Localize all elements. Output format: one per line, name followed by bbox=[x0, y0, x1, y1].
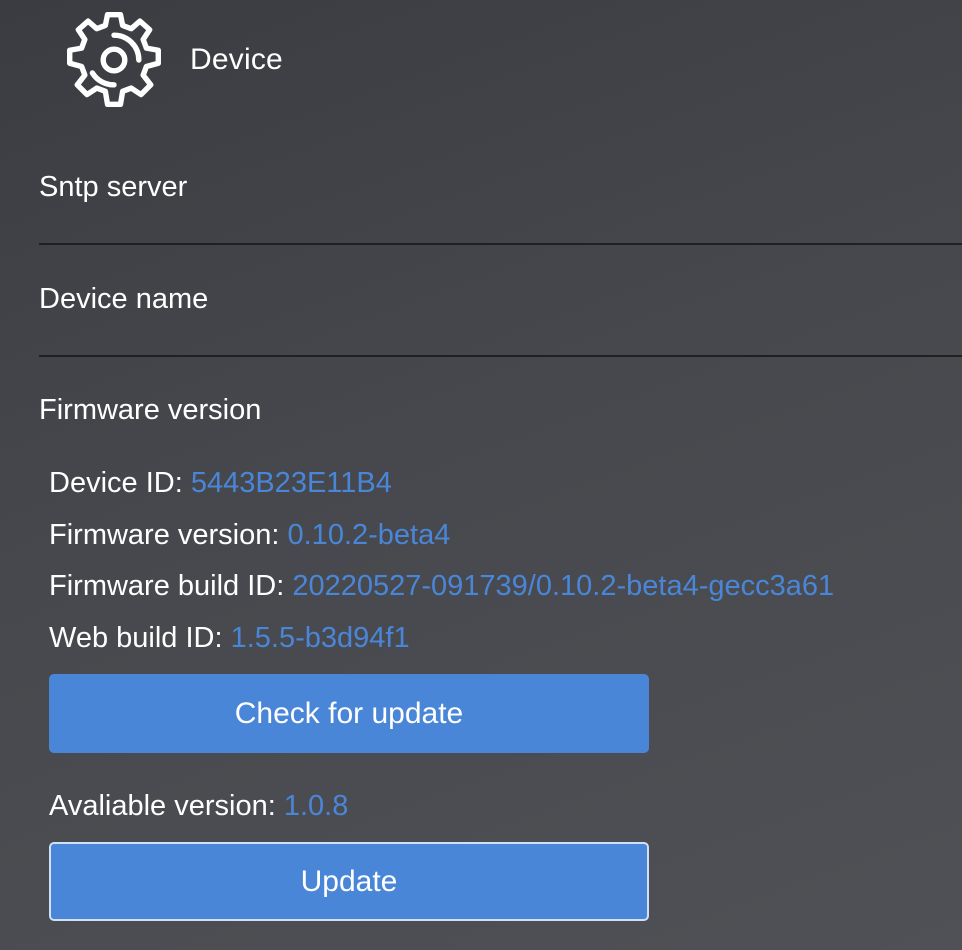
firmware-version-value: 0.10.2-beta4 bbox=[287, 519, 451, 551]
web-build-value: 1.5.5-b3d94f1 bbox=[230, 622, 410, 654]
available-version-row: Avaliable version: 1.0.8 bbox=[49, 789, 348, 823]
page-title: Device bbox=[190, 43, 283, 76]
available-version-label: Avaliable version: bbox=[49, 790, 284, 822]
firmware-section-title: Firmware version bbox=[39, 394, 262, 426]
firmware-build-label: Firmware build ID: bbox=[49, 570, 293, 602]
update-button[interactable]: Update bbox=[49, 842, 649, 921]
device-name-input[interactable] bbox=[39, 333, 962, 355]
sntp-server-field[interactable]: Sntp server bbox=[39, 171, 962, 245]
available-version-value: 1.0.8 bbox=[283, 790, 349, 822]
firmware-version-label: Firmware version: bbox=[49, 519, 288, 551]
firmware-version-row: Firmware version: 0.10.2-beta4 bbox=[49, 518, 450, 552]
gear-icon bbox=[67, 11, 161, 107]
device-name-field[interactable]: Device name bbox=[39, 283, 962, 357]
check-for-update-button[interactable]: Check for update bbox=[49, 674, 649, 753]
device-id-value: 5443B23E11B4 bbox=[190, 467, 392, 499]
firmware-build-value: 20220527-091739/0.10.2-beta4-gecc3a61 bbox=[292, 570, 835, 602]
sntp-server-input[interactable] bbox=[39, 221, 962, 243]
firmware-build-row: Firmware build ID: 20220527-091739/0.10.… bbox=[49, 569, 834, 603]
page-header: Device bbox=[60, 10, 283, 110]
device-id-label: Device ID: bbox=[49, 467, 191, 499]
device-id-row: Device ID: 5443B23E11B4 bbox=[49, 466, 392, 500]
sntp-server-label: Sntp server bbox=[39, 171, 188, 203]
web-build-row: Web build ID: 1.5.5-b3d94f1 bbox=[49, 621, 410, 655]
device-name-label: Device name bbox=[39, 283, 209, 315]
web-build-label: Web build ID: bbox=[49, 622, 231, 654]
